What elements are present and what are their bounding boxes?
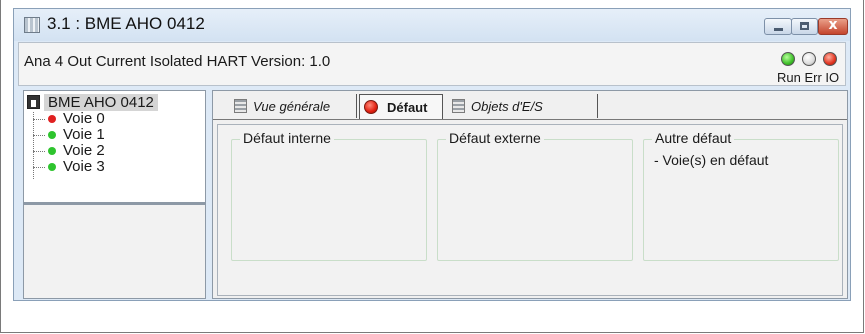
- tree-branch: [33, 135, 45, 136]
- run-led-icon: [781, 52, 795, 66]
- close-icon: x: [828, 17, 838, 33]
- group-title: Défaut externe: [446, 130, 544, 146]
- tree-item-label: Voie 0: [63, 110, 105, 127]
- minimize-icon: [774, 28, 783, 31]
- module-window: 3.1 : BME AHO 0412 x Ana 4 Out Current I…: [13, 8, 851, 301]
- tree-branch: [33, 119, 45, 120]
- tab-defaut[interactable]: Défaut: [359, 94, 443, 120]
- tree-item-label: Voie 3: [63, 158, 105, 175]
- device-info-bar: Ana 4 Out Current Isolated HART Version:…: [18, 42, 846, 86]
- maximize-icon: [800, 22, 809, 30]
- tab-label: Objets d'E/S: [471, 99, 543, 114]
- close-button[interactable]: x: [818, 17, 848, 35]
- tab-label: Vue générale: [253, 99, 331, 114]
- tree-root-label: BME AHO 0412: [44, 94, 158, 111]
- maximize-button[interactable]: [791, 18, 818, 35]
- minimize-button[interactable]: [764, 18, 792, 35]
- tab-vue-generale[interactable]: Vue générale: [227, 94, 357, 118]
- tree-item-voie-0[interactable]: Voie 0: [33, 110, 193, 127]
- module-tree-icon: [27, 95, 40, 109]
- group-title: Autre défaut: [652, 130, 735, 146]
- group-title: Défaut interne: [240, 130, 334, 146]
- red-status-icon: [364, 100, 378, 114]
- tab-label: Défaut: [387, 100, 428, 115]
- tree-item-label: Voie 2: [63, 142, 105, 159]
- tree-detail-pane: [23, 203, 206, 299]
- red-status-icon: [48, 115, 56, 123]
- tree-item-voie-3[interactable]: Voie 3: [33, 158, 193, 175]
- tree-item-voie-1[interactable]: Voie 1: [33, 126, 193, 143]
- group-defaut-externe: Défaut externe: [437, 130, 633, 261]
- title-bar[interactable]: 3.1 : BME AHO 0412 x: [14, 9, 850, 41]
- document-icon: [234, 99, 247, 113]
- document-icon: [452, 99, 465, 113]
- tree-item-label: Voie 1: [63, 126, 105, 143]
- channel-tree: BME AHO 0412 Voie 0 Voie 1 Voie 2 Voie 3: [23, 90, 206, 203]
- tree-item-voie-2[interactable]: Voie 2: [33, 142, 193, 159]
- tree-branch: [33, 151, 45, 152]
- fault-groups-area: Défaut interne Défaut externe Autre défa…: [217, 124, 843, 296]
- content-panel: Vue générale Défaut Objets d'E/S Défaut …: [212, 90, 848, 299]
- green-status-icon: [48, 147, 56, 155]
- green-status-icon: [48, 163, 56, 171]
- device-description: Ana 4 Out Current Isolated HART Version:…: [24, 53, 331, 70]
- group-autre-defaut: Autre défaut - Voie(s) en défaut: [643, 130, 839, 261]
- module-icon: [24, 17, 40, 33]
- green-status-icon: [48, 131, 56, 139]
- window-title: 3.1 : BME AHO 0412: [47, 14, 205, 33]
- tree-branch: [33, 167, 45, 168]
- group-defaut-interne: Défaut interne: [231, 130, 427, 261]
- tab-strip-divider: [213, 119, 847, 120]
- io-led-icon: [823, 52, 837, 66]
- status-led-labels: Run Err IO: [777, 70, 840, 85]
- tab-objets-es[interactable]: Objets d'E/S: [445, 94, 598, 118]
- err-led-icon: [802, 52, 816, 66]
- fault-line: - Voie(s) en défaut: [654, 152, 769, 168]
